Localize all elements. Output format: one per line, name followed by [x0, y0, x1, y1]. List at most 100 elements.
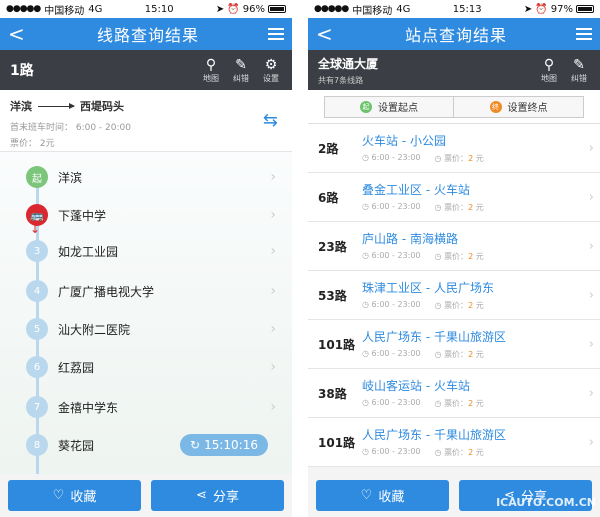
route-count: 共有7条线路	[318, 75, 364, 85]
stop-item[interactable]: 4 广厦广播电视大学 ›	[0, 272, 292, 310]
clock-icon: ◷ 6:00 - 23:00	[362, 202, 421, 211]
share-icon: ⋖	[196, 488, 207, 503]
page-title: 站点查询结果	[404, 26, 507, 45]
route-row[interactable]: 101路 人民广场东 - 千果山旅游区 ◷ 6:00 - 23:00 ◷ 票价：2 元…	[308, 418, 600, 467]
clock-icon: ◷ 6:00 - 23:00	[362, 300, 421, 309]
fare-value: 2	[468, 350, 474, 359]
stop-item[interactable]: 起洋滨 ›	[0, 158, 292, 196]
route-hours: 6:00 - 23:00	[371, 300, 421, 309]
location-icon: ➤	[215, 3, 225, 15]
chevron-right-icon: ›	[270, 321, 276, 337]
network: 4G	[88, 3, 103, 15]
fare-value: 2	[468, 399, 474, 408]
route-row[interactable]: 53路 珠津工业区 - 人民广场东 ◷ 6:00 - 23:00 ◷ 票价：2 元 ›	[308, 271, 600, 320]
fare-info: ◷ 票价：2 元	[434, 399, 484, 408]
favorite-button[interactable]: ♡ 收藏	[8, 480, 141, 511]
nav-bar: < 线路查询结果	[0, 18, 292, 50]
nav-bar: < 站点查询结果	[308, 18, 600, 50]
back-button[interactable]: <	[8, 22, 28, 46]
stop-number: 4	[26, 280, 48, 302]
stop-name: 汕大附二医院	[58, 322, 131, 337]
chevron-right-icon: ›	[588, 434, 594, 450]
report-button[interactable]: ✎ 纠错	[230, 57, 252, 84]
stop-name: 洋滨	[58, 170, 83, 185]
route-number: 2路	[318, 141, 339, 156]
carrier: 中国移动	[352, 5, 393, 17]
alarm-icon: ⏰	[535, 3, 548, 15]
map-button[interactable]: ⚲ 地图	[200, 57, 222, 84]
stop-item[interactable]: 6 红荔园 ›	[0, 348, 292, 386]
fare-info: ◷ 票价：2 元	[434, 301, 484, 310]
favorite-button[interactable]: ♡ 收藏	[316, 480, 449, 511]
report-label: 纠错	[233, 73, 249, 83]
report-button[interactable]: ✎ 纠错	[568, 57, 590, 84]
stop-item[interactable]: 5 汕大附二医院 ›	[0, 310, 292, 348]
route-row[interactable]: 2路 火车站 - 小公园 ◷ 6:00 - 23:00 ◷ 票价：2 元 ›	[308, 124, 600, 173]
fare-info: ◷ 票价：2 元	[434, 252, 484, 261]
chevron-right-icon: ›	[270, 207, 276, 223]
signal-icon: ●●●●●	[314, 4, 349, 14]
alarm-icon: ⏰	[227, 3, 240, 15]
battery-icon	[575, 5, 594, 13]
map-label: 地图	[541, 73, 557, 83]
settings-button[interactable]: ⚙ 设置	[260, 57, 282, 84]
clock-icon: ◷ 6:00 - 23:00	[362, 349, 421, 358]
stop-item[interactable]: 3 如龙工业园 ›	[0, 232, 292, 270]
route-hours: 6:00 - 23:00	[371, 202, 421, 211]
fare-label: 票价：	[444, 301, 469, 310]
route-row[interactable]: 6路 叠金工业区 - 火车站 ◷ 6:00 - 23:00 ◷ 票价：2 元 ›	[308, 173, 600, 222]
map-button[interactable]: ⚲ 地图	[538, 57, 560, 84]
route-row[interactable]: 23路 庐山路 - 南海横路 ◷ 6:00 - 23:00 ◷ 票价：2 元 ›	[308, 222, 600, 271]
route-hours: 6:00 - 23:00	[371, 251, 421, 260]
menu-icon[interactable]	[575, 28, 592, 40]
stop-name: 葵花园	[58, 438, 95, 453]
route-number: 6路	[318, 190, 339, 205]
fare-value: 2	[468, 448, 474, 457]
route-number: 38路	[318, 386, 347, 401]
location-icon: ➤	[523, 3, 533, 15]
heart-icon: ♡	[360, 488, 373, 503]
status-bar: ●●●●● 中国移动 4G 15:13 ➤ ⏰ 97%	[308, 0, 600, 18]
route-hours: 6:00 - 23:00	[371, 447, 421, 456]
fare-label: 票价：	[444, 203, 469, 212]
map-pin-icon: ⚲	[205, 56, 217, 73]
route-endpoints: 珠津工业区 - 人民广场东	[362, 281, 494, 295]
stop-number: 7	[26, 396, 48, 418]
gear-icon: ⚙	[264, 56, 278, 73]
map-pin-icon: ⚲	[543, 56, 555, 73]
set-end-button[interactable]: 终设置终点	[454, 95, 584, 118]
pencil-icon: ✎	[573, 56, 585, 73]
end-dot-icon: 终	[489, 100, 502, 113]
stop-name: 下蓬中学	[58, 208, 107, 223]
route-hours: 6:00 - 23:00	[371, 349, 421, 358]
back-button[interactable]: <	[316, 22, 336, 46]
menu-icon[interactable]	[267, 28, 284, 40]
chevron-right-icon: ›	[270, 399, 276, 415]
share-button[interactable]: ⋖ 分享	[151, 480, 284, 511]
route-name: 1路	[10, 63, 34, 79]
route-row[interactable]: 101路 人民广场东 - 千果山旅游区 ◷ 6:00 - 23:00 ◷ 票价：2 元…	[308, 320, 600, 369]
stop-name: 如龙工业园	[58, 244, 119, 259]
set-start-button[interactable]: 起设置起点	[324, 95, 454, 118]
clock-icon: ◷ 6:00 - 23:00	[362, 398, 421, 407]
route-number: 101路	[318, 337, 356, 352]
left-screen: ●●●●● 中国移动 4G 15:10 ➤ ⏰ 96% < 线路查询结果 1路 ⚲ 地图 …	[0, 0, 292, 517]
fare-label: 票价：	[444, 448, 469, 457]
route-row[interactable]: 38路 岐山客运站 - 火车站 ◷ 6:00 - 23:00 ◷ 票价：2 元 ›	[308, 369, 600, 418]
clock-icon: ◷ 6:00 - 23:00	[362, 251, 421, 260]
chevron-right-icon: ›	[588, 287, 594, 303]
stop-item[interactable]: 🚌 下蓬中学 ›	[0, 196, 292, 234]
start-badge: 起	[26, 166, 48, 188]
chevron-right-icon: ›	[270, 243, 276, 259]
stop-name: 金禧中学东	[58, 400, 119, 415]
swap-direction-icon[interactable]: ⇆	[263, 110, 278, 131]
fare-unit: 元	[475, 301, 484, 310]
fare-label: 票价：	[444, 154, 469, 163]
stop-item[interactable]: 7 金禧中学东 ›	[0, 388, 292, 426]
fare-unit: 元	[475, 350, 484, 359]
right-screen: ●●●●● 中国移动 4G 15:13 ➤ ⏰ 97% < 站点查询结果 全球通大厦 共有…	[308, 0, 600, 517]
arrow-icon	[38, 102, 75, 109]
map-label: 地图	[203, 73, 219, 83]
action-bar: ♡ 收藏 ⋖ 分享	[0, 474, 292, 517]
refresh-time-button[interactable]: ↻ 15:10:16	[180, 434, 268, 456]
